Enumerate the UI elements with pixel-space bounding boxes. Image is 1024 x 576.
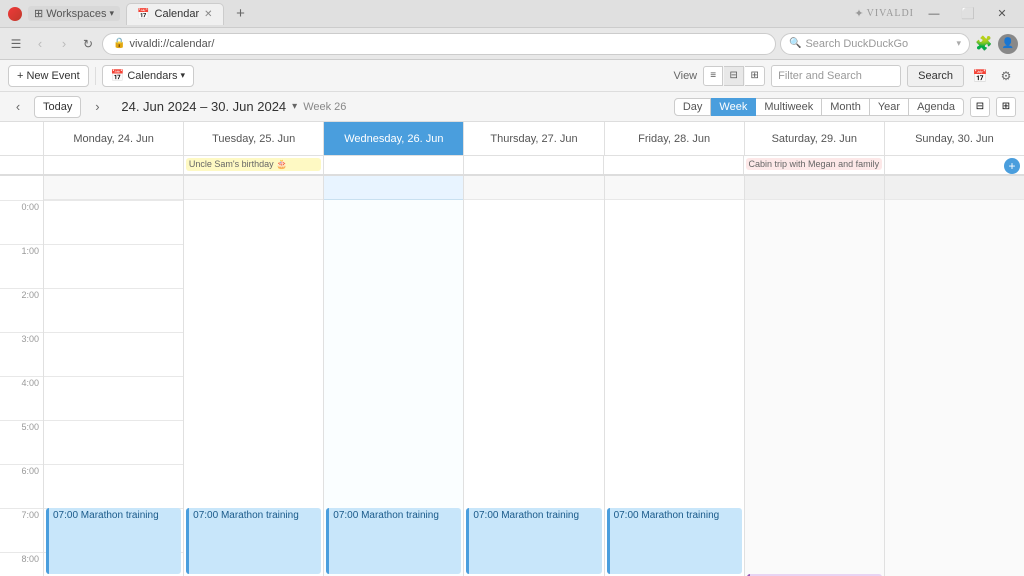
day-header-fri: Friday, 28. Jun bbox=[605, 122, 745, 155]
time-label-6: 6:00 bbox=[0, 464, 43, 508]
day-header-sun: Sunday, 30. Jun bbox=[885, 122, 1024, 155]
tab-agenda[interactable]: Agenda bbox=[909, 98, 964, 116]
allday-mon bbox=[44, 156, 184, 174]
cabin-event[interactable]: Cabin trip with Megan and family bbox=[746, 158, 883, 170]
view-label: View bbox=[673, 70, 697, 82]
search-button[interactable]: Search bbox=[907, 65, 964, 87]
url-text: vivaldi://calendar/ bbox=[129, 38, 214, 50]
cal-grid-view-btn-2[interactable]: ⊞ bbox=[996, 97, 1016, 117]
allday-sat[interactable]: Cabin trip with Megan and family bbox=[744, 156, 886, 174]
col-thu[interactable]: 07:00 Marathon training 10:00 Brainstorm… bbox=[464, 176, 604, 576]
view-list-btn-1[interactable]: ≡ bbox=[703, 66, 723, 86]
vivaldi-brand-icon: ✦ bbox=[854, 7, 863, 20]
vivaldi-brand-text: VIVALDI bbox=[867, 8, 914, 19]
date-dropdown-icon[interactable]: ▾ bbox=[292, 101, 297, 112]
event-wed-marathon[interactable]: 07:00 Marathon training bbox=[326, 508, 461, 574]
tab-week[interactable]: Week bbox=[711, 98, 756, 116]
new-tab-btn[interactable]: + bbox=[230, 3, 252, 25]
allday-wed bbox=[324, 156, 464, 174]
workspaces-btn[interactable]: ⊞ Workspaces ▾ bbox=[28, 6, 120, 21]
time-label-2: 2:00 bbox=[0, 288, 43, 332]
day-header-tue: Tuesday, 25. Jun bbox=[184, 122, 324, 155]
tab-month[interactable]: Month bbox=[822, 98, 870, 116]
calendar-icon: 📅 bbox=[111, 69, 125, 82]
sidebar-toggle-btn[interactable]: ☰ bbox=[6, 34, 26, 54]
new-event-btn[interactable]: + New Event bbox=[8, 65, 89, 87]
vivaldi-logo bbox=[8, 7, 22, 21]
week-number: Week 26 bbox=[303, 101, 346, 113]
back-btn[interactable]: ‹ bbox=[30, 34, 50, 54]
col-wed[interactable]: 07:00 Marathon training 09:00 Take Baile… bbox=[324, 176, 464, 576]
close-btn[interactable]: ✕ bbox=[988, 5, 1016, 23]
cal-icon-btn-2[interactable]: ⚙ bbox=[996, 66, 1016, 86]
tab-day[interactable]: Day bbox=[674, 98, 712, 116]
day-header-sat: Saturday, 29. Jun bbox=[745, 122, 885, 155]
col-sun[interactable] bbox=[885, 176, 1024, 576]
time-label-3: 3:00 bbox=[0, 332, 43, 376]
view-list-btn-2[interactable]: ⊟ bbox=[724, 66, 744, 86]
event-thu-marathon[interactable]: 07:00 Marathon training bbox=[466, 508, 601, 574]
refresh-btn[interactable]: ↻ bbox=[78, 34, 98, 54]
url-bar[interactable]: 🔒 vivaldi://calendar/ bbox=[102, 33, 776, 55]
view-list-btns: ≡ ⊟ ⊞ bbox=[703, 66, 765, 86]
search-placeholder: Search DuckDuckGo bbox=[805, 38, 908, 50]
date-range: 24. Jun 2024 – 30. Jun 2024 bbox=[121, 99, 286, 114]
cal-grid-view-btn-1[interactable]: ⊟ bbox=[970, 97, 990, 117]
col-tue[interactable]: 07:00 Marathon training ✓ 10:00 Review p… bbox=[184, 176, 324, 576]
cal-icon-btn-1[interactable]: 📅 bbox=[970, 66, 990, 86]
view-tabs: Day Week Multiweek Month Year Agenda bbox=[674, 98, 964, 116]
time-gutter: 0:00 1:00 2:00 3:00 4:00 5:00 6:00 7:00 … bbox=[0, 176, 44, 576]
allday-tue[interactable]: Uncle Sam's birthday 🎂 bbox=[184, 156, 324, 174]
prev-btn[interactable]: ‹ bbox=[8, 97, 28, 117]
event-tue-marathon[interactable]: 07:00 Marathon training bbox=[186, 508, 321, 574]
tab-calendar-icon: 📅 bbox=[137, 9, 149, 20]
search-bar[interactable]: 🔍 Search DuckDuckGo ▾ bbox=[780, 33, 970, 55]
col-mon[interactable]: 07:00 Marathon training 10:00 Project Lu… bbox=[44, 176, 184, 576]
extensions-btn[interactable]: 🧩 bbox=[974, 34, 994, 54]
allday-fri bbox=[604, 156, 744, 174]
workspaces-icon: ⊞ bbox=[34, 7, 43, 20]
tab-title: Calendar bbox=[155, 8, 200, 20]
next-btn[interactable]: › bbox=[87, 97, 107, 117]
time-label-1: 1:00 bbox=[0, 244, 43, 288]
view-list-btn-3[interactable]: ⊞ bbox=[745, 66, 765, 86]
tab[interactable]: 📅 Calendar ✕ bbox=[126, 3, 223, 25]
time-label-5: 5:00 bbox=[0, 420, 43, 464]
col-fri[interactable]: 07:00 Marathon training 09:00 Dentist 12… bbox=[605, 176, 745, 576]
allday-gutter bbox=[0, 156, 44, 174]
time-label-4: 4:00 bbox=[0, 376, 43, 420]
allday-thu bbox=[464, 156, 604, 174]
time-label-8: 8:00 bbox=[0, 552, 43, 576]
event-fri-marathon[interactable]: 07:00 Marathon training bbox=[607, 508, 742, 574]
today-btn[interactable]: Today bbox=[34, 96, 81, 118]
col-sat[interactable]: 08:15 Pick Megan up from the train stati… bbox=[745, 176, 885, 576]
account-btn[interactable]: 👤 bbox=[998, 34, 1018, 54]
time-label-0: 0:00 bbox=[0, 200, 43, 244]
tab-multiweek[interactable]: Multiweek bbox=[756, 98, 822, 116]
search-icon: 🔍 bbox=[789, 38, 801, 49]
day-header-thu: Thursday, 27. Jun bbox=[464, 122, 604, 155]
allday-sun[interactable]: + bbox=[885, 156, 1024, 174]
add-event-btn[interactable]: + bbox=[1004, 158, 1020, 174]
day-header-wed: Wednesday, 26. Jun bbox=[324, 122, 464, 155]
time-label-7: 7:00 bbox=[0, 508, 43, 552]
forward-btn[interactable]: › bbox=[54, 34, 74, 54]
tab-close-btn[interactable]: ✕ bbox=[204, 9, 212, 20]
plus-icon: + bbox=[17, 70, 23, 82]
filter-input[interactable]: Filter and Search bbox=[771, 65, 901, 87]
minimize-btn[interactable]: — bbox=[920, 5, 948, 23]
url-lock-icon: 🔒 bbox=[113, 38, 125, 49]
restore-btn[interactable]: ⬜ bbox=[954, 5, 982, 23]
tab-year[interactable]: Year bbox=[870, 98, 909, 116]
calendars-btn[interactable]: 📅 Calendars ▾ bbox=[102, 65, 194, 87]
event-mon-marathon[interactable]: 07:00 Marathon training bbox=[46, 508, 181, 574]
time-gutter-header bbox=[0, 122, 44, 155]
day-header-mon: Monday, 24. Jun bbox=[44, 122, 184, 155]
birthday-event[interactable]: Uncle Sam's birthday 🎂 bbox=[186, 158, 321, 171]
